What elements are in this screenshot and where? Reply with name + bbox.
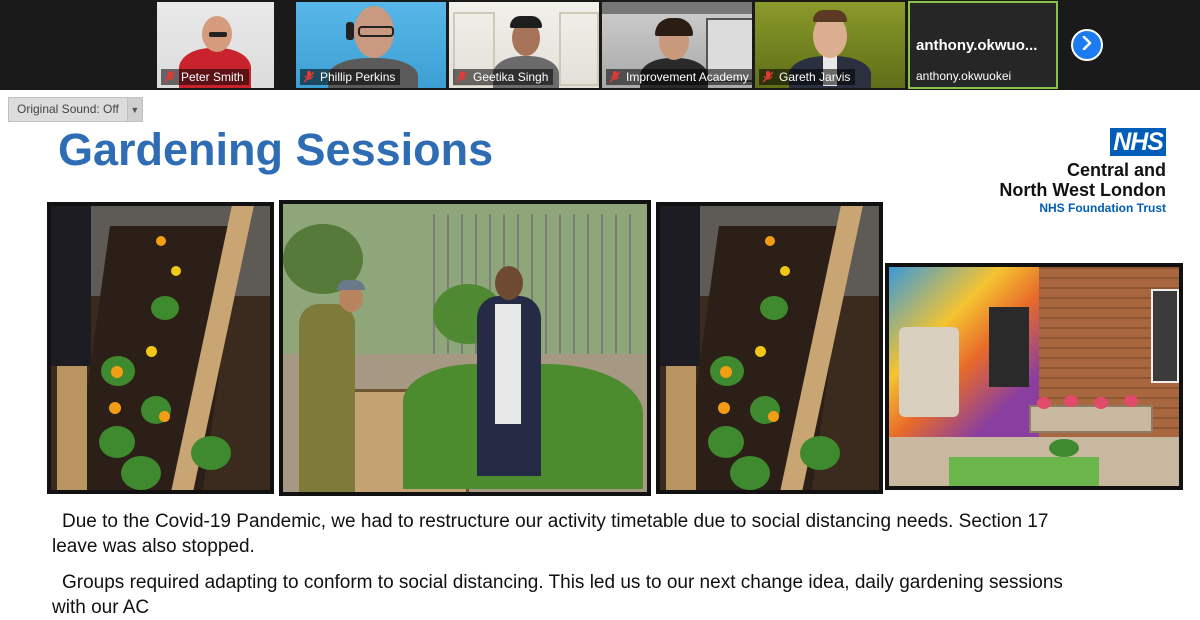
- participant-tile[interactable]: Improvement Academy: [602, 2, 752, 88]
- muted-mic-icon: [304, 71, 314, 83]
- participant-tile-active-speaker[interactable]: anthony.okwuo... anthony.okwuokei: [908, 1, 1058, 89]
- paragraph-line: leave was also stopped.: [52, 536, 255, 557]
- participant-name: Geetika Singh: [473, 70, 549, 84]
- muted-mic-icon: [763, 71, 773, 83]
- muted-mic-icon: [610, 71, 620, 83]
- participant-tile[interactable]: Phillip Perkins: [296, 2, 446, 88]
- nhs-logo: NHS Central and North West London NHS Fo…: [986, 128, 1166, 216]
- original-sound-dropdown[interactable]: ▼: [127, 97, 143, 122]
- participant-name-label: Peter Smith: [161, 69, 249, 85]
- participant-name-label: anthony.okwuokei: [912, 68, 1016, 84]
- nhs-trust-name-line1: Central and: [1066, 160, 1166, 180]
- paragraph-line: Due to the Covid-19 Pandemic, we had to …: [62, 511, 1049, 532]
- muted-mic-icon: [165, 71, 175, 83]
- slide-paragraph: Due to the Covid-19 Pandemic, we had to …: [52, 509, 1172, 559]
- chevron-right-icon: [1081, 35, 1093, 55]
- muted-mic-icon: [457, 71, 467, 83]
- garden-photo-planter: [47, 202, 274, 494]
- participant-name: Gareth Jarvis: [779, 70, 851, 84]
- slide-title: Gardening Sessions: [58, 124, 494, 175]
- participant-name-label: Gareth Jarvis: [759, 69, 856, 85]
- garden-photo-courtyard: [885, 263, 1183, 490]
- slide-paragraph: Groups required adapting to conform to s…: [52, 570, 1172, 620]
- nhs-trust-name-line3: NHS Foundation Trust: [1039, 201, 1166, 215]
- participant-display-name: anthony.okwuo...: [916, 37, 1038, 54]
- participant-tile[interactable]: Peter Smith: [157, 2, 274, 88]
- original-sound-button[interactable]: Original Sound: Off: [8, 97, 128, 122]
- participant-name-label: Geetika Singh: [453, 69, 554, 85]
- participant-strip: Peter Smith Phillip Perkins Geetika Sing…: [0, 0, 1200, 90]
- participant-name: anthony.okwuokei: [916, 69, 1012, 83]
- participant-name: Improvement Academy: [626, 70, 749, 84]
- participant-name: Phillip Perkins: [320, 70, 396, 84]
- paragraph-line: Groups required adapting to conform to s…: [62, 572, 1063, 593]
- participant-name-label: Improvement Academy: [606, 69, 752, 85]
- original-sound-control: Original Sound: Off ▼: [8, 97, 143, 122]
- next-page-button[interactable]: [1071, 29, 1103, 61]
- participant-tile[interactable]: Gareth Jarvis: [755, 2, 905, 88]
- garden-photo-planter: [656, 202, 883, 494]
- caret-down-icon: ▼: [130, 104, 140, 115]
- nhs-badge: NHS: [1110, 128, 1166, 156]
- participant-name: Peter Smith: [181, 70, 244, 84]
- nhs-trust-name-line2: North West London: [999, 180, 1166, 200]
- participant-name-label: Phillip Perkins: [300, 69, 401, 85]
- participant-tile[interactable]: Geetika Singh: [449, 2, 599, 88]
- garden-photo-people: [279, 200, 651, 496]
